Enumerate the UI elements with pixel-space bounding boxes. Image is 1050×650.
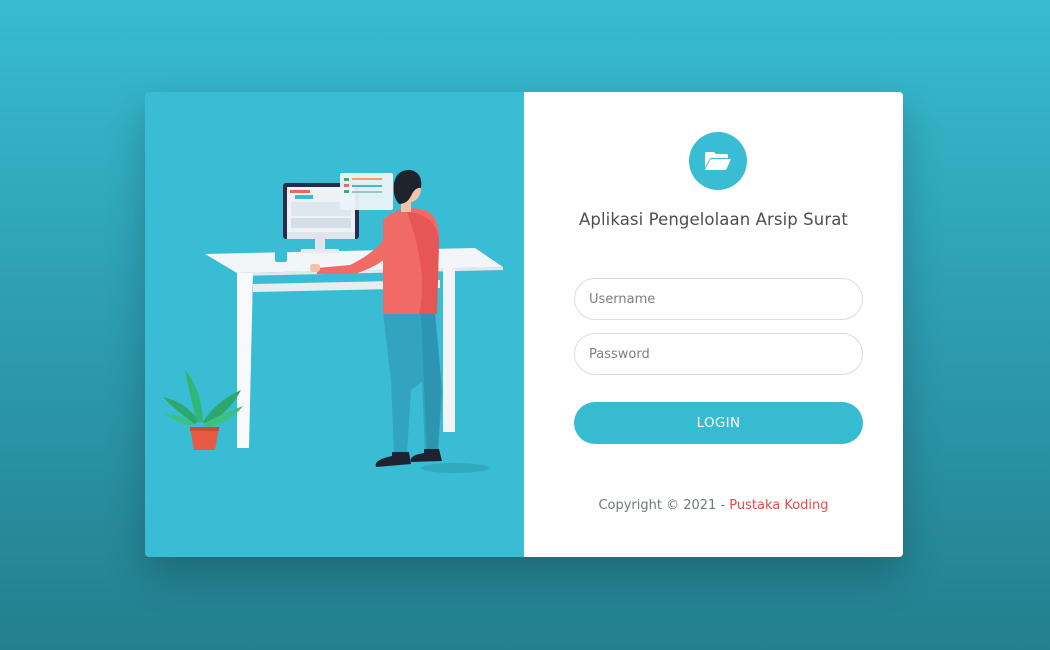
login-button[interactable]: LOGIN <box>574 402 863 444</box>
login-card: Aplikasi Pengelolaan Arsip Surat LOGIN C… <box>145 92 903 557</box>
illustration-panel <box>145 92 524 557</box>
brand-link[interactable]: Pustaka Koding <box>729 498 828 513</box>
copyright-footer: Copyright © 2021 - Pustaka Koding <box>524 498 903 513</box>
page-title: Aplikasi Pengelolaan Arsip Surat <box>579 210 848 229</box>
password-input[interactable] <box>574 333 863 375</box>
folder-open-icon <box>705 152 731 170</box>
copyright-text: Copyright © 2021 - <box>598 498 730 513</box>
login-panel: Aplikasi Pengelolaan Arsip Surat LOGIN C… <box>524 92 903 557</box>
username-input[interactable] <box>574 278 863 320</box>
app-logo <box>689 132 747 190</box>
workspace-illustration <box>163 169 503 473</box>
